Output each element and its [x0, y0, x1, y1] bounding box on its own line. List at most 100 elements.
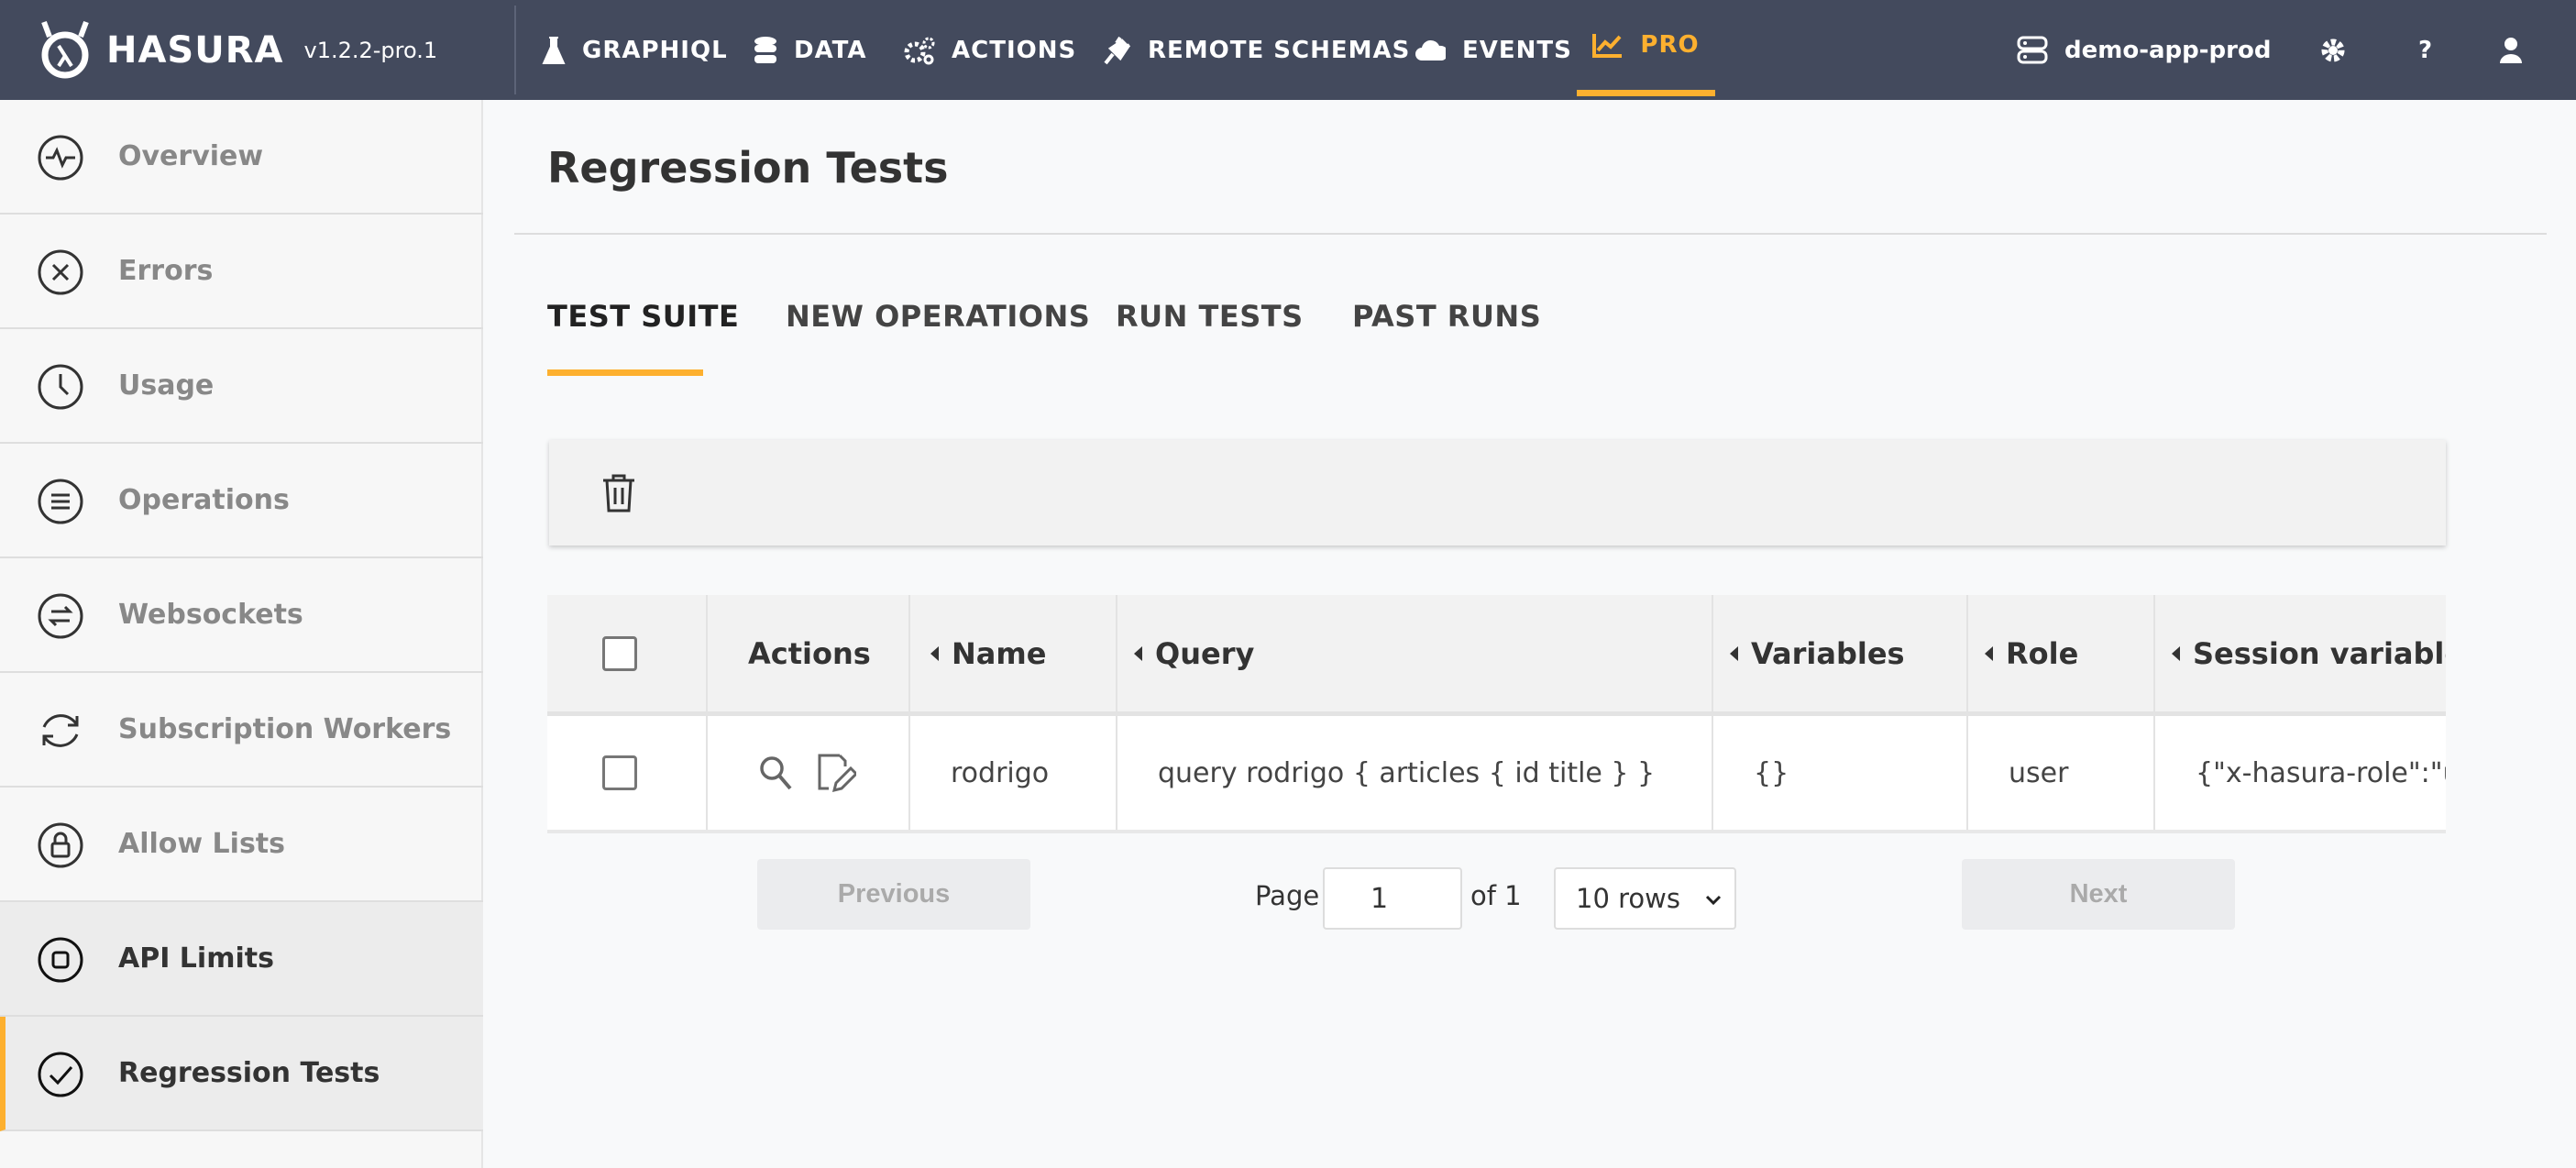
column-label: Role: [2006, 635, 2079, 671]
tab-new-operations[interactable]: NEW OPERATIONS: [786, 299, 1090, 334]
sidebar-item-operations[interactable]: Operations: [0, 444, 483, 558]
nav-events[interactable]: EVENTS: [1415, 0, 1572, 100]
plug-icon: [1104, 36, 1131, 64]
user-icon: [2500, 37, 2522, 63]
brand-name: HASURA: [106, 29, 284, 72]
table-bottom-border: [547, 830, 2446, 833]
sidebar-item-label: Errors: [118, 255, 214, 287]
version: v1.2.2-pro.1: [303, 38, 438, 63]
sidebar-item-label: Usage: [118, 369, 215, 402]
sort-caret-icon: [1985, 645, 1993, 661]
table-toolbar: [549, 440, 2446, 545]
stop-circle-icon: [38, 937, 83, 983]
sidebar-item-subscription-workers[interactable]: Subscription Workers: [0, 673, 483, 788]
previous-button[interactable]: Previous: [757, 859, 1030, 930]
sort-caret-icon: [2172, 645, 2180, 661]
page-label: Page: [1255, 880, 1320, 911]
title-divider: [514, 233, 2547, 235]
clock-icon: [38, 364, 83, 410]
nav-label: PRO: [1640, 31, 1700, 59]
test-query: query rodrigo { articles { id title } }: [1158, 756, 1656, 789]
page-count: of 1: [1470, 880, 1522, 911]
row-name-cell: rodrigo: [910, 716, 1117, 830]
column-header-name[interactable]: Name: [910, 595, 1117, 711]
sidebar-item-label: Allow Lists: [118, 828, 286, 860]
nav-remote-schemas[interactable]: REMOTE SCHEMAS: [1102, 0, 1410, 100]
cogs-icon: [904, 37, 935, 64]
column-header-role[interactable]: Role: [1968, 595, 2155, 711]
sort-caret-icon: [1730, 645, 1738, 661]
cloud-icon: [1415, 39, 1446, 61]
column-label: Variables: [1751, 635, 1905, 671]
server-icon: [2017, 36, 2048, 63]
rows-per-page-value: 10 rows: [1576, 883, 1680, 914]
row-role-cell: user: [1968, 716, 2155, 830]
nav-label: DATA: [794, 36, 867, 64]
sidebar-item-errors[interactable]: Errors: [0, 215, 483, 329]
nav-label: GRAPHIQL: [582, 36, 728, 64]
select-all-checkbox[interactable]: [602, 635, 637, 671]
row-select-cell: [547, 716, 708, 830]
nav-pro[interactable]: PRO: [1577, 0, 1715, 96]
nav-actions[interactable]: ACTIONS: [904, 0, 1076, 100]
chevron-down-icon: [1705, 895, 1722, 906]
column-label: Session variables: [2193, 635, 2446, 671]
logo[interactable]: HASURA v1.2.2-pro.1: [37, 20, 437, 81]
tab-run-tests[interactable]: RUN TESTS: [1116, 299, 1304, 334]
page-title: Regression Tests: [547, 143, 949, 193]
select-all-cell: [547, 595, 708, 711]
column-header-query[interactable]: Query: [1117, 595, 1713, 711]
settings-button[interactable]: [2319, 0, 2363, 100]
database-icon: [754, 36, 776, 63]
flask-icon: [542, 36, 566, 64]
test-name: rodrigo: [951, 756, 1050, 789]
tab-past-runs[interactable]: PAST RUNS: [1352, 299, 1541, 334]
sidebar-item-label: Overview: [118, 140, 264, 172]
row-variables-cell: {}: [1713, 716, 1968, 830]
active-tab-indicator: [547, 369, 703, 376]
tab-test-suite[interactable]: TEST SUITE: [547, 299, 739, 334]
project-selector[interactable]: demo-app-prod: [2017, 0, 2271, 100]
sidebar-item-label: Operations: [118, 484, 290, 516]
row-session-cell: {"x-hasura-role":"user: [2155, 716, 2446, 830]
edit-icon[interactable]: [814, 752, 856, 794]
check-circle-icon: [38, 1052, 83, 1097]
hasura-logo-icon: [41, 20, 89, 79]
row-actions-cell: [708, 716, 910, 830]
divider: [514, 6, 516, 94]
sidebar-item-overview[interactable]: Overview: [0, 100, 483, 215]
sidebar-item-regression-tests[interactable]: Regression Tests: [0, 1017, 483, 1131]
rows-per-page-select[interactable]: 10 rows: [1554, 867, 1736, 930]
sidebar-item-label: API Limits: [118, 942, 274, 975]
test-variables: {}: [1754, 756, 1789, 789]
nav-graphiql[interactable]: GRAPHIQL: [542, 0, 728, 100]
nav-label: ACTIONS: [952, 36, 1077, 64]
user-menu-button[interactable]: [2499, 0, 2539, 100]
sort-caret-icon: [930, 645, 939, 661]
column-header-actions: Actions: [708, 595, 910, 711]
activity-icon: [38, 135, 83, 181]
help-button[interactable]: ?: [2418, 0, 2433, 100]
row-checkbox[interactable]: [602, 755, 637, 790]
search-icon[interactable]: [757, 754, 794, 792]
sidebar-item-label: Regression Tests: [118, 1057, 380, 1089]
sidebar-item-websockets[interactable]: Websockets: [0, 558, 483, 673]
trash-icon[interactable]: [600, 473, 637, 513]
top-navbar: HASURA v1.2.2-pro.1 GRAPHIQL DATA ACTION…: [0, 0, 2576, 100]
sidebar-item-api-limits[interactable]: API Limits: [0, 902, 483, 1017]
arrows-exchange-icon: [38, 593, 83, 639]
column-label: Actions: [748, 635, 871, 671]
sidebar-item-label: Subscription Workers: [118, 713, 452, 745]
sidebar-item-allow-lists[interactable]: Allow Lists: [0, 788, 483, 902]
sidebar-item-label: Websockets: [118, 599, 303, 631]
column-label: Query: [1155, 635, 1255, 671]
column-header-variables[interactable]: Variables: [1713, 595, 1968, 711]
list-icon: [38, 479, 83, 524]
page-input[interactable]: 1: [1323, 867, 1462, 930]
next-button[interactable]: Next: [1962, 859, 2235, 930]
project-name: demo-app-prod: [2064, 36, 2272, 64]
sidebar-item-usage[interactable]: Usage: [0, 329, 483, 444]
column-header-session-variables[interactable]: Session variables: [2155, 595, 2446, 711]
nav-data[interactable]: DATA: [754, 0, 867, 100]
nav-label: REMOTE SCHEMAS: [1148, 36, 1411, 64]
